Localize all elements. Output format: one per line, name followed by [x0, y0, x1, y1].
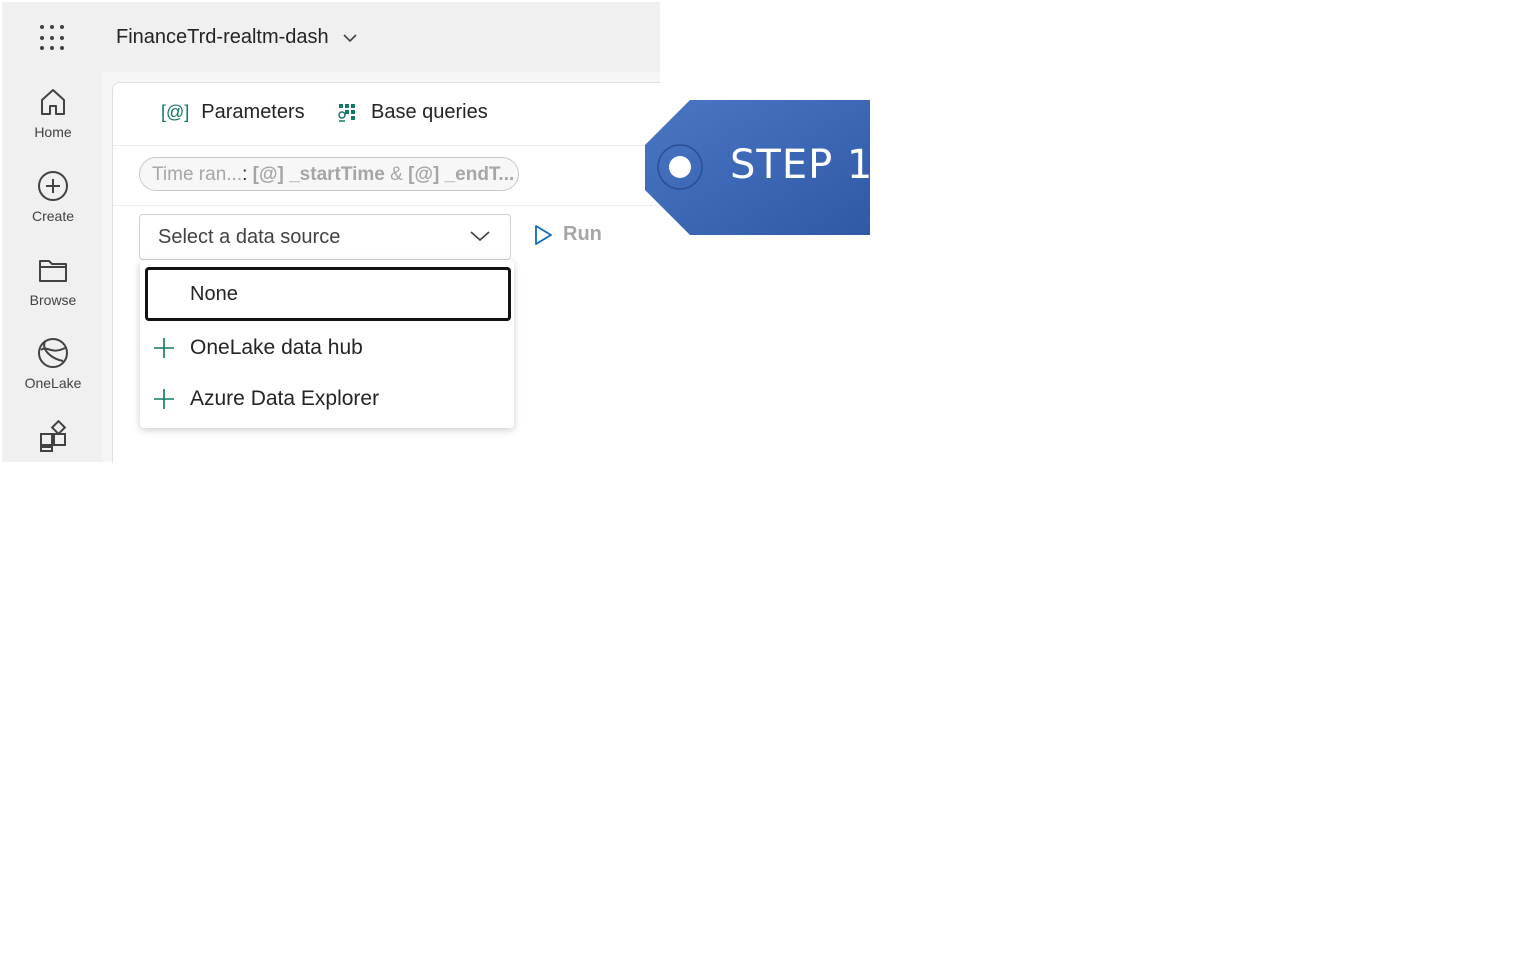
onelake-icon: [38, 338, 68, 368]
tabs-divider: [113, 145, 661, 146]
tab-parameters-label: Parameters: [201, 101, 305, 123]
param-label: Time ran...: [152, 164, 243, 185]
tab-base-queries-label: Base queries: [371, 101, 488, 123]
parameters-icon: [@]: [161, 102, 190, 122]
plus-icon: [154, 338, 174, 358]
workspace-title[interactable]: FinanceTrd-realtm-dash: [116, 26, 357, 49]
rail-item-create[interactable]: Create: [10, 170, 96, 224]
option-azure-data-explorer[interactable]: Azure Data Explorer: [152, 387, 379, 411]
rail-label-create: Create: [31, 208, 75, 224]
create-plus-icon: [38, 171, 68, 201]
tab-base-queries[interactable]: Base queries: [337, 101, 488, 124]
step-label: STEP 1: [730, 142, 874, 188]
home-icon: [41, 89, 65, 115]
rail-label-browse: Browse: [29, 292, 77, 308]
rail-label-onelake: OneLake: [24, 375, 82, 391]
toolbar-divider: [113, 205, 661, 206]
data-source-placeholder: Select a data source: [158, 226, 341, 248]
rail-item-home[interactable]: Home: [10, 86, 96, 140]
time-range-parameter-pill[interactable]: Time ran...: [@] _startTime & [@] _endT.…: [139, 157, 519, 191]
base-queries-icon: [338, 103, 355, 122]
rail-item-onelake[interactable]: OneLake: [10, 337, 96, 391]
option-onelake-data-hub[interactable]: OneLake data hub: [152, 336, 363, 360]
folder-icon: [39, 260, 67, 282]
run-label: Run: [563, 223, 602, 245]
run-button[interactable]: Run: [533, 223, 602, 246]
rail-label-home: Home: [34, 124, 72, 140]
app-launcher-icon[interactable]: [40, 25, 66, 51]
data-source-select[interactable]: Select a data source: [139, 214, 511, 260]
tab-parameters[interactable]: [@] Parameters: [161, 101, 305, 124]
option-onelake-label: OneLake data hub: [190, 336, 363, 359]
play-icon: [535, 224, 552, 245]
rail-item-apps[interactable]: [10, 420, 96, 452]
plus-icon: [154, 389, 174, 409]
data-source-dropdown: None OneLake data hub Azure Data Explore…: [140, 260, 514, 428]
chevron-down-icon: [470, 231, 490, 242]
param-end: [@] _endT...: [408, 164, 515, 185]
option-none[interactable]: None: [145, 267, 511, 321]
workspace-title-text: FinanceTrd-realtm-dash: [116, 26, 329, 48]
rail-item-browse[interactable]: Browse: [10, 254, 96, 308]
param-start: [@] _startTime: [252, 164, 385, 185]
option-azure-label: Azure Data Explorer: [190, 387, 380, 410]
param-separator: :: [242, 164, 248, 185]
chevron-down-icon: [343, 33, 357, 42]
apps-icon: [40, 420, 67, 452]
param-joiner: &: [390, 164, 403, 185]
